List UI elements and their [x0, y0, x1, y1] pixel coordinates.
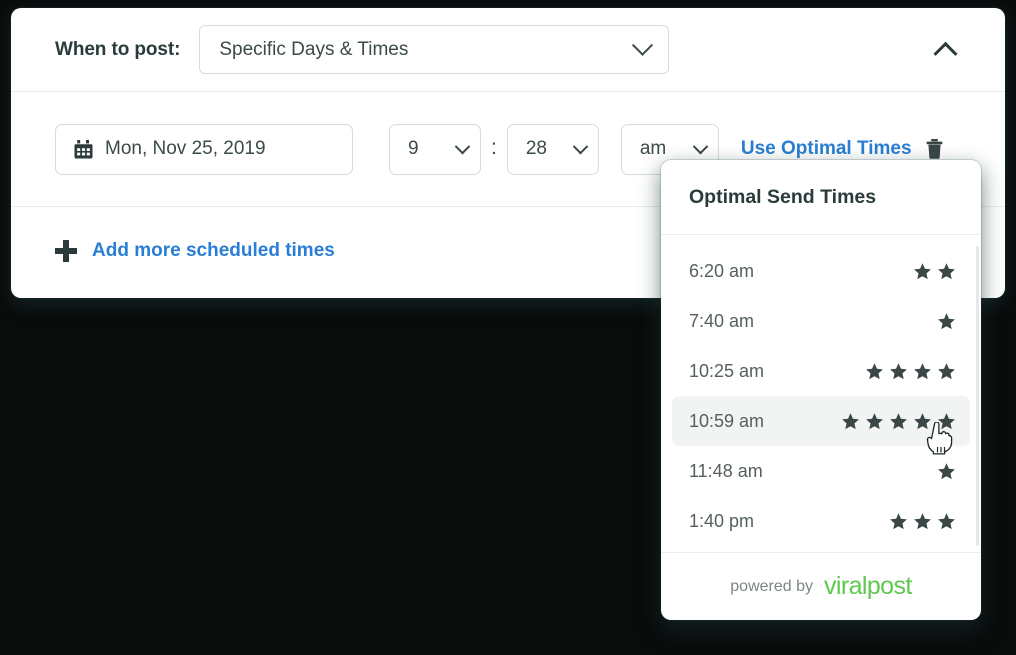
- chevron-down-icon: [572, 138, 589, 154]
- panel-footer: powered by viralpost: [661, 552, 981, 620]
- star-icon: [890, 512, 907, 529]
- minute-value: 28: [525, 138, 547, 159]
- star-icon: [914, 362, 931, 379]
- chevron-down-icon: [692, 138, 709, 154]
- star-icon: [938, 362, 955, 379]
- optimal-time-label: 1:40 pm: [689, 510, 755, 531]
- star-icon: [890, 362, 907, 379]
- panel-scrollbar[interactable]: [976, 246, 979, 546]
- star-icon: [938, 262, 955, 279]
- calendar-icon: [74, 139, 93, 159]
- chevron-up-icon: [932, 41, 958, 66]
- hour-select[interactable]: 9: [389, 123, 481, 175]
- optimal-time-row[interactable]: 7:40 am: [672, 296, 970, 346]
- optimal-send-times-panel: Optimal Send Times 6:20 am 7:40 am 10:25 a…: [661, 160, 981, 620]
- optimal-times-group: Use Optimal Times: [741, 138, 943, 160]
- optimal-time-row[interactable]: 10:25 am: [672, 346, 970, 396]
- hour-value: 9: [408, 138, 419, 159]
- time-separator: :: [491, 136, 497, 159]
- use-optimal-times-link[interactable]: Use Optimal Times: [741, 138, 912, 160]
- star-icon: [938, 312, 955, 329]
- chevron-down-icon: [632, 34, 654, 56]
- star-icon: [938, 462, 955, 479]
- star-icon: [914, 512, 931, 529]
- optimal-time-row[interactable]: 11:48 am: [672, 446, 970, 496]
- when-to-post-value: Specific Days & Times: [219, 38, 409, 60]
- star-rating: [937, 312, 956, 331]
- minute-select[interactable]: 28: [506, 123, 599, 175]
- trash-icon[interactable]: [926, 139, 943, 159]
- star-rating: [889, 512, 956, 531]
- star-icon: [938, 512, 955, 529]
- optimal-times-list: 6:20 am 7:40 am 10:25 am 10:59 am 11:48 am 1:…: [661, 235, 981, 546]
- star-rating: [913, 262, 956, 281]
- chevron-down-icon: [454, 138, 471, 154]
- optimal-send-times-header: Optimal Send Times: [661, 160, 981, 235]
- when-to-post-select[interactable]: Specific Days & Times: [199, 25, 670, 74]
- optimal-time-label: 11:48 am: [689, 460, 763, 481]
- star-icon: [866, 412, 883, 429]
- star-icon: [914, 412, 931, 429]
- star-icon: [866, 362, 883, 379]
- star-rating: [865, 362, 956, 381]
- collapse-section-button[interactable]: [928, 33, 962, 67]
- optimal-time-row[interactable]: 1:40 pm: [672, 496, 970, 546]
- viralpost-logo: viralpost: [824, 572, 912, 600]
- star-icon: [938, 412, 955, 429]
- optimal-time-label: 10:59 am: [689, 410, 765, 431]
- star-icon: [890, 412, 907, 429]
- when-to-post-row: When to post: Specific Days & Times: [11, 8, 1005, 92]
- add-more-scheduled-times-link[interactable]: Add more scheduled times: [92, 240, 335, 262]
- star-rating: [937, 462, 956, 481]
- optimal-time-label: 7:40 am: [689, 310, 755, 331]
- star-rating: [841, 412, 956, 431]
- optimal-time-row[interactable]: 10:59 am: [672, 396, 970, 446]
- panel-title: Optimal Send Times: [689, 185, 877, 208]
- when-to-post-label: When to post:: [55, 38, 181, 60]
- optimal-time-label: 10:25 am: [689, 360, 765, 381]
- optimal-time-row[interactable]: 6:20 am: [672, 246, 970, 296]
- date-picker-field[interactable]: Mon, Nov 25, 2019: [55, 123, 353, 175]
- star-icon: [842, 412, 859, 429]
- star-icon: [914, 262, 931, 279]
- ampm-value: am: [639, 138, 667, 159]
- plus-icon: [55, 240, 77, 262]
- powered-by-label: powered by: [730, 577, 813, 595]
- date-value: Mon, Nov 25, 2019: [105, 138, 266, 159]
- optimal-time-label: 6:20 am: [689, 260, 755, 281]
